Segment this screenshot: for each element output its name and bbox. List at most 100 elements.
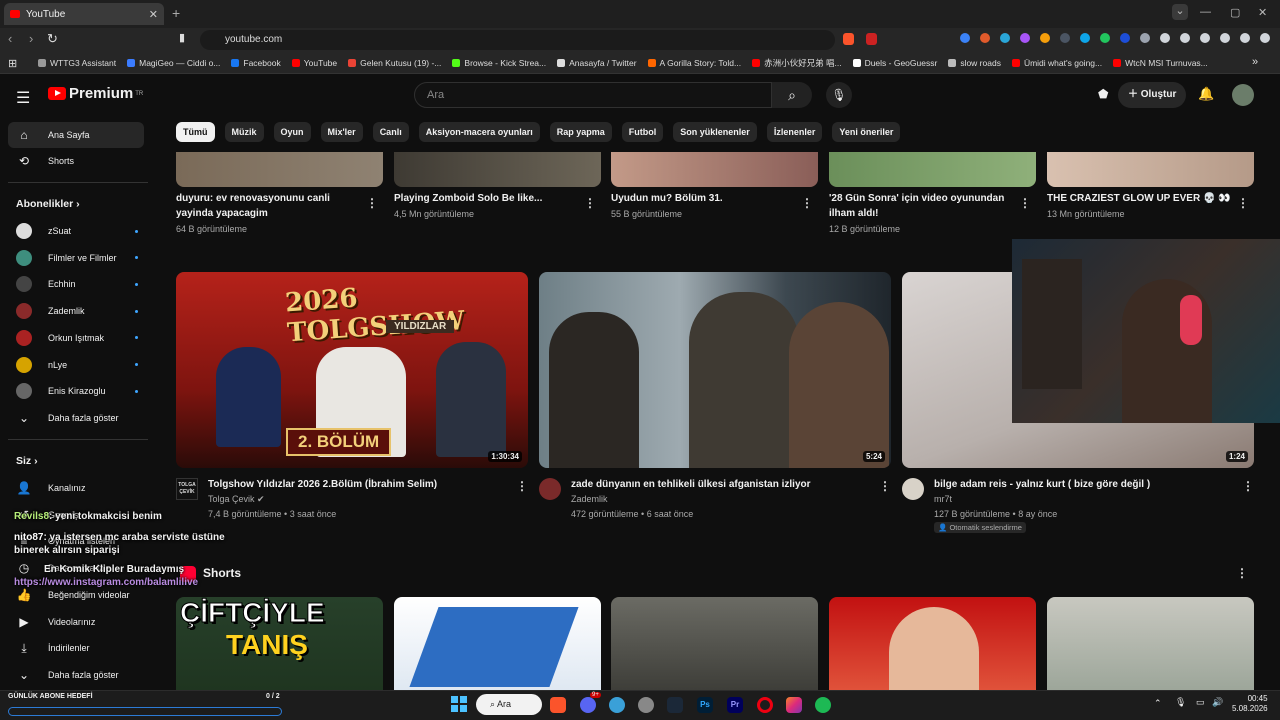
apps-grid-icon[interactable]: ⊞ bbox=[8, 57, 17, 70]
short-thumbnail[interactable]: ÇİFTÇİYLE TANIŞ bbox=[176, 597, 383, 690]
windows-start-icon[interactable] bbox=[451, 696, 467, 712]
extension-icon[interactable] bbox=[980, 33, 990, 43]
bookmark-item[interactable]: Ümidi what's going... bbox=[1011, 57, 1102, 69]
sidebar-you-item[interactable]: 👤 Kanalınız bbox=[8, 475, 144, 501]
search-input[interactable]: Ara bbox=[414, 82, 772, 108]
extension-icon[interactable] bbox=[1040, 33, 1050, 43]
extension-icon[interactable] bbox=[1020, 33, 1030, 43]
microphone-tray-icon[interactable]: 🎙 bbox=[1175, 697, 1186, 708]
extension-icon[interactable] bbox=[960, 33, 970, 43]
hamburger-menu-icon[interactable]: ☰ bbox=[16, 88, 30, 108]
spotify-icon[interactable] bbox=[815, 697, 831, 713]
sidebar-item-home[interactable]: ⌂ Ana Sayfa bbox=[8, 122, 144, 148]
sidebar-subscription[interactable]: nLye bbox=[8, 352, 144, 378]
bookmark-item[interactable]: Duels - GeoGuessr bbox=[852, 57, 937, 69]
channel-avatar[interactable] bbox=[539, 478, 561, 500]
filter-chip[interactable]: Rap yapma bbox=[549, 122, 612, 142]
video-thumbnail[interactable]: 2026 TOLGSHOW YILDIZLAR 2. BÖLÜM 1:30:34 bbox=[176, 272, 528, 468]
bookmark-item[interactable]: 赤洲小伙好兄弟 唱... bbox=[752, 57, 842, 69]
photoshop-icon[interactable]: Ps bbox=[697, 697, 713, 713]
video-title[interactable]: zade dünyanın en tehlikeli ülkesi afgani… bbox=[571, 477, 811, 492]
sidebar-subscription[interactable]: Echhin bbox=[8, 271, 144, 297]
browser-tab[interactable]: YouTube ✕ bbox=[4, 3, 164, 25]
video-thumbnail[interactable] bbox=[176, 152, 383, 187]
video-thumbnail[interactable] bbox=[1047, 152, 1254, 187]
video-title[interactable]: THE CRAZIEST GLOW UP EVER 💀 👀 bbox=[1047, 191, 1231, 206]
wallet-icon[interactable] bbox=[1220, 33, 1230, 43]
sidebar-subscription[interactable]: Filmler ve Filmler bbox=[8, 245, 144, 271]
more-options-icon[interactable]: ⋮ bbox=[516, 479, 528, 493]
minimize-icon[interactable]: — bbox=[1200, 6, 1211, 18]
channel-avatar[interactable] bbox=[902, 478, 924, 500]
extension-icon[interactable] bbox=[1100, 33, 1110, 43]
more-options-icon[interactable]: ⋮ bbox=[1019, 196, 1031, 210]
bookmark-item[interactable]: WtcN MSI Turnuvas... bbox=[1113, 57, 1208, 69]
filter-chip[interactable]: Yeni öneriler bbox=[832, 122, 901, 142]
filter-chip[interactable]: Futbol bbox=[621, 122, 664, 142]
brave-rewards-icon[interactable] bbox=[866, 33, 877, 45]
short-thumbnail[interactable] bbox=[394, 597, 601, 690]
filter-chip[interactable]: İzlenenler bbox=[766, 122, 823, 142]
extension-icon[interactable] bbox=[1080, 33, 1090, 43]
channel-avatar[interactable]: TOLGA ÇEVİK bbox=[176, 478, 198, 500]
short-thumbnail[interactable] bbox=[1047, 597, 1254, 690]
filter-chip[interactable]: Aksiyon-macera oyunları bbox=[418, 122, 540, 142]
reload-icon[interactable]: ↻ bbox=[47, 31, 58, 47]
leo-icon[interactable] bbox=[1240, 33, 1250, 43]
more-options-icon[interactable]: ⋮ bbox=[584, 196, 596, 210]
bookmark-item[interactable]: slow roads bbox=[948, 57, 1001, 69]
more-bookmarks-icon[interactable]: » bbox=[1252, 56, 1258, 68]
music-icon[interactable] bbox=[1180, 33, 1190, 43]
subscriptions-heading[interactable]: Abonelikler › bbox=[16, 198, 80, 210]
taskbar-search[interactable]: ⌕ Ara bbox=[476, 694, 542, 715]
bookmark-icon[interactable]: ▮ bbox=[179, 31, 185, 44]
app-icon[interactable] bbox=[609, 697, 625, 713]
maximize-icon[interactable]: ▢ bbox=[1230, 6, 1240, 19]
more-options-icon[interactable]: ⋮ bbox=[366, 196, 378, 210]
bookmark-item[interactable]: Browse - Kick Strea... bbox=[452, 57, 546, 69]
channel-name[interactable]: Zademlik bbox=[571, 494, 608, 504]
sidebar-subscription[interactable]: Orkun Işıtmak bbox=[8, 325, 144, 351]
extension-icon[interactable] bbox=[1060, 33, 1070, 43]
bookmark-item[interactable]: MagiGeo — Ciddi o... bbox=[127, 57, 220, 69]
sidebar-you-item[interactable]: ▶ Videolarınız bbox=[8, 609, 144, 635]
more-options-icon[interactable]: ⋮ bbox=[1242, 479, 1254, 493]
tray-chevron-icon[interactable]: ⌃ bbox=[1154, 698, 1162, 709]
filter-chip[interactable]: Mix'ler bbox=[320, 122, 363, 142]
bookmark-item[interactable]: Gelen Kutusu (19) -... bbox=[348, 57, 441, 69]
discord-icon[interactable] bbox=[580, 697, 596, 713]
search-icon[interactable]: ⌕ bbox=[772, 82, 812, 108]
video-title[interactable]: '28 Gün Sonra' için video oyunundan ilham… bbox=[829, 191, 1004, 221]
sidebar-subscription[interactable]: Zademlik bbox=[8, 298, 144, 324]
video-title[interactable]: Uyudun mu? Bölüm 31. bbox=[611, 191, 723, 206]
youtube-logo[interactable]: Premium TR bbox=[48, 85, 143, 102]
sidebar-you-item[interactable]: ⌄ Daha fazla göster bbox=[8, 662, 144, 688]
back-icon[interactable]: ‹ bbox=[8, 31, 12, 46]
create-button[interactable]: ＋ Oluştur bbox=[1118, 82, 1186, 108]
video-title[interactable]: bilge adam reis - yalnız kurt ( bize gör… bbox=[934, 477, 1150, 492]
steam-icon[interactable] bbox=[667, 697, 683, 713]
opera-icon[interactable] bbox=[757, 697, 773, 713]
more-options-icon[interactable]: ⋮ bbox=[1237, 196, 1249, 210]
video-thumbnail[interactable]: 5:24 bbox=[539, 272, 891, 468]
channel-name[interactable]: mr7t bbox=[934, 494, 952, 504]
sidebar-icon[interactable] bbox=[1200, 33, 1210, 43]
premiere-icon[interactable]: Pr bbox=[727, 697, 743, 713]
brave-browser-icon[interactable] bbox=[550, 697, 566, 713]
volume-icon[interactable]: 🔊 bbox=[1212, 697, 1223, 708]
url-field[interactable]: youtube.com bbox=[200, 30, 835, 50]
more-options-icon[interactable]: ⋮ bbox=[1236, 566, 1248, 580]
puzzle-icon[interactable] bbox=[1160, 33, 1170, 43]
sidebar-subscription[interactable]: Enis Kirazoglu bbox=[8, 378, 144, 404]
close-tab-icon[interactable]: ✕ bbox=[149, 8, 158, 21]
more-options-icon[interactable]: ⋮ bbox=[879, 479, 891, 493]
close-window-icon[interactable]: ✕ bbox=[1258, 6, 1267, 19]
video-title[interactable]: Tolgshow Yıldızlar 2026 2.Bölüm (İbrahim… bbox=[208, 477, 437, 492]
microphone-icon[interactable]: 🎙 bbox=[826, 82, 852, 108]
extension-icon[interactable] bbox=[1140, 33, 1150, 43]
bookmark-item[interactable]: YouTube bbox=[291, 57, 337, 69]
sidebar-subscription[interactable]: zSuat bbox=[8, 218, 144, 244]
video-title[interactable]: Playing Zomboid Solo Be like... bbox=[394, 191, 542, 206]
filter-chip[interactable]: Son yüklenenler bbox=[673, 122, 757, 142]
extension-icon[interactable] bbox=[1120, 33, 1130, 43]
